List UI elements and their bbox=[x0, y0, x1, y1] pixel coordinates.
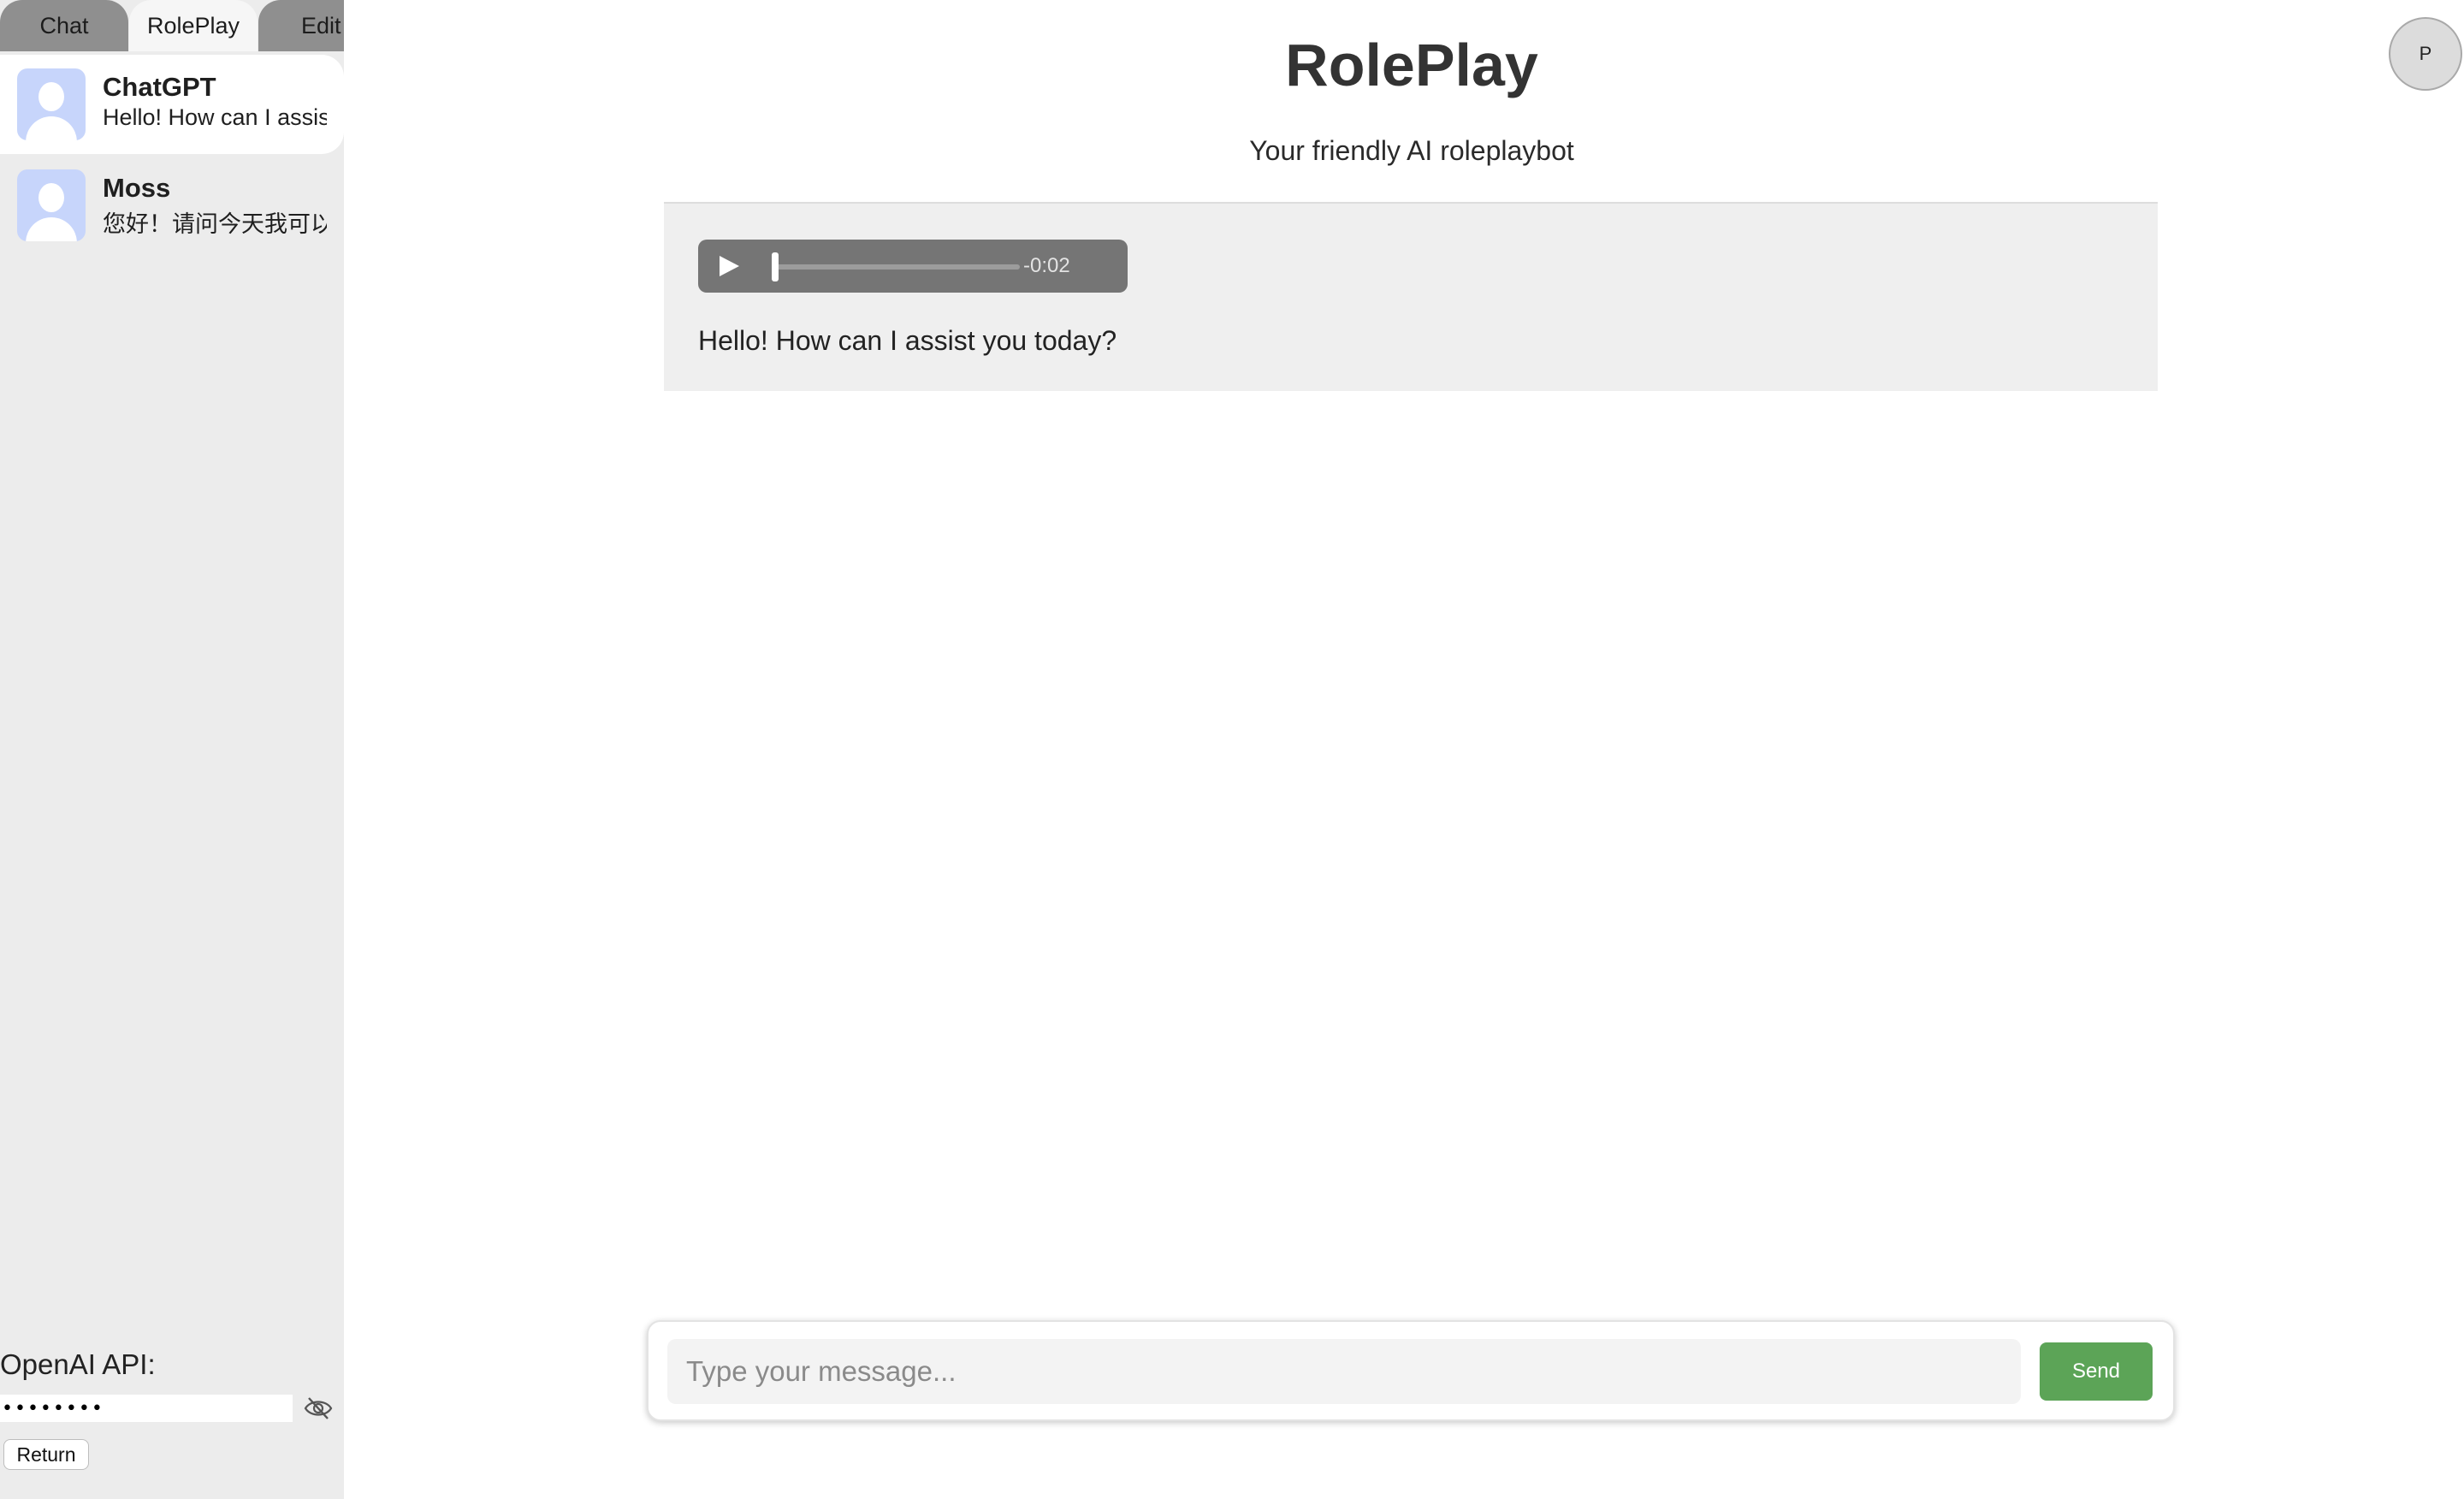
profile-avatar-button[interactable]: P bbox=[2389, 17, 2462, 91]
sidebar: Chat Edit RolePlay ChatGPT Hello! How ca… bbox=[0, 0, 344, 1499]
page-title: RolePlay bbox=[1285, 32, 1538, 98]
avatar-head bbox=[38, 82, 64, 111]
avatar-head bbox=[38, 183, 64, 212]
send-button[interactable]: Send bbox=[2040, 1342, 2153, 1401]
avatar-body bbox=[26, 116, 77, 140]
audio-seek-bar[interactable] bbox=[772, 252, 1020, 281]
avatar-body bbox=[26, 217, 77, 241]
tab-edit[interactable]: Edit bbox=[258, 0, 344, 51]
eye-slash-icon[interactable] bbox=[303, 1395, 334, 1422]
session-name: Moss bbox=[103, 173, 171, 203]
assistant-message-text: Hello! How can I assist you today? bbox=[698, 325, 1117, 356]
audio-time: -0:02 bbox=[1023, 254, 1070, 277]
session-last-message: Hello! How can I assist you today? bbox=[103, 104, 327, 130]
session-name: ChatGPT bbox=[103, 72, 216, 102]
avatar bbox=[17, 68, 86, 140]
play-icon[interactable] bbox=[715, 254, 743, 278]
session-item-moss[interactable]: Moss 您好！请问今天我可以帮您什么？ bbox=[0, 156, 344, 255]
api-key-input[interactable] bbox=[0, 1395, 293, 1422]
tab-roleplay[interactable]: RolePlay bbox=[129, 0, 258, 51]
avatar bbox=[17, 169, 86, 241]
session-last-message: 您好！请问今天我可以帮您什么？ bbox=[103, 211, 327, 237]
session-item-chatgpt[interactable]: ChatGPT Hello! How can I assist you toda… bbox=[0, 55, 344, 154]
api-key-label: OpenAI API: bbox=[0, 1348, 156, 1380]
tab-chat[interactable]: Chat bbox=[0, 0, 128, 51]
composer: Send bbox=[647, 1320, 2175, 1421]
message-input[interactable] bbox=[667, 1339, 2021, 1404]
audio-player: -0:02 bbox=[698, 240, 1128, 293]
audio-seek-thumb[interactable] bbox=[772, 252, 779, 281]
chat-messages: -0:02 Hello! How can I assist you today? bbox=[664, 202, 2158, 391]
return-button[interactable]: Return bbox=[3, 1439, 89, 1470]
tab-bar: Chat Edit RolePlay bbox=[0, 0, 344, 51]
page-subtitle: Your friendly AI roleplaybot bbox=[1249, 135, 1574, 166]
